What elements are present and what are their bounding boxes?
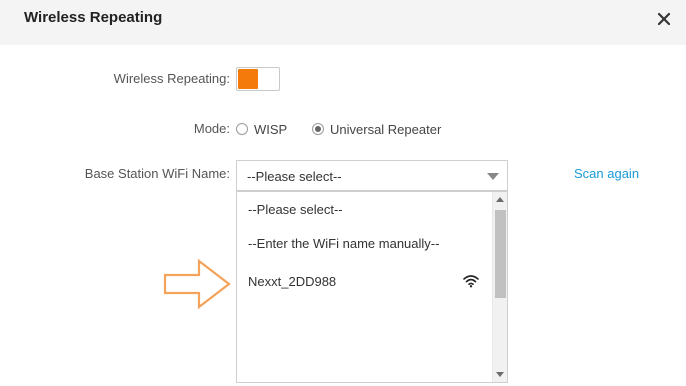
dropdown-option-please-select[interactable]: --Please select-- (248, 202, 343, 217)
radio-circle (236, 123, 248, 135)
mode-radio-universal-repeater[interactable]: Universal Repeater (312, 121, 441, 137)
dialog-header: Wireless Repeating (0, 0, 686, 45)
dropdown-option-network[interactable]: Nexxt_2DD988 (248, 274, 336, 289)
scroll-up-arrow-icon[interactable] (496, 197, 504, 202)
dropdown-scrollbar[interactable] (492, 192, 507, 382)
mode-option-universal-label: Universal Repeater (330, 121, 442, 137)
wireless-repeating-label: Wireless Repeating: (113, 71, 230, 86)
mode-label: Mode: (193, 121, 230, 136)
chevron-down-icon (487, 173, 499, 180)
base-station-dropdown-list: --Please select-- --Enter the WiFi name … (236, 191, 508, 383)
scroll-down-arrow-icon[interactable] (496, 372, 504, 377)
pointer-arrow-annotation (162, 258, 232, 310)
scrollbar-thumb[interactable] (495, 210, 506, 298)
scan-again-link[interactable]: Scan again (574, 166, 639, 181)
toggle-knob-on (238, 69, 258, 89)
mode-option-wisp-label: WISP (254, 121, 288, 137)
close-icon[interactable] (656, 11, 672, 27)
dropdown-option-enter-manually[interactable]: --Enter the WiFi name manually-- (248, 236, 439, 251)
base-station-select-value: --Please select-- (247, 169, 342, 184)
dialog-title: Wireless Repeating (24, 9, 163, 26)
base-station-select[interactable]: --Please select-- (236, 160, 508, 191)
wireless-repeating-toggle[interactable] (236, 67, 280, 91)
mode-radio-wisp[interactable]: WISP (236, 121, 287, 137)
base-station-label: Base Station WiFi Name: (84, 166, 230, 181)
wifi-signal-icon (463, 274, 479, 288)
radio-circle-selected (312, 123, 324, 135)
